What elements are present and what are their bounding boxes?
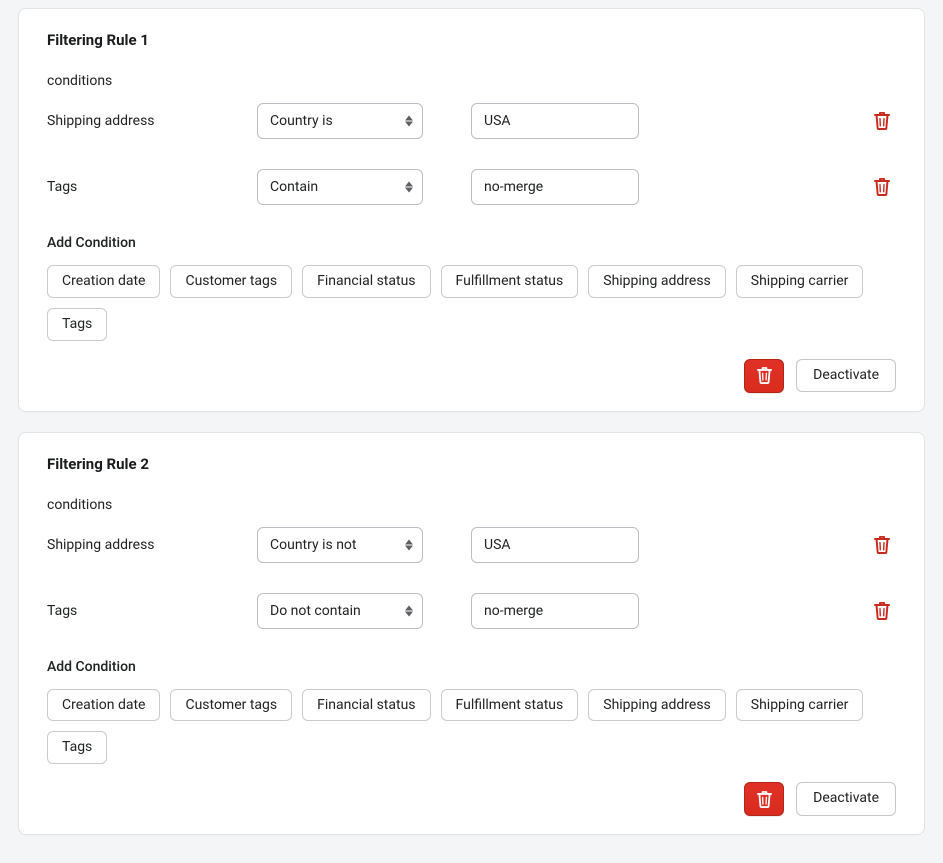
rule-title: Filtering Rule 2 — [47, 455, 896, 473]
condition-value-input[interactable] — [471, 169, 639, 205]
condition-chips-row: Creation date Customer tags Financial st… — [47, 265, 896, 341]
rule-actions: Deactivate — [47, 782, 896, 816]
add-condition-chip[interactable]: Customer tags — [170, 689, 292, 722]
condition-field-label: Tags — [47, 179, 257, 195]
conditions-heading: conditions — [47, 73, 896, 89]
operator-select-wrap: Do not contain — [257, 593, 423, 629]
add-condition-heading: Add Condition — [47, 235, 896, 251]
trash-icon — [874, 178, 890, 196]
operator-select-wrap: Contain — [257, 169, 423, 205]
operator-select[interactable]: Country is — [257, 103, 423, 139]
delete-condition-button[interactable] — [868, 596, 896, 626]
add-condition-chip[interactable]: Shipping address — [588, 689, 726, 722]
condition-value-input[interactable] — [471, 103, 639, 139]
condition-row: Tags Do not contain — [47, 593, 896, 629]
rule-title: Filtering Rule 1 — [47, 31, 896, 49]
trash-icon — [874, 602, 890, 620]
deactivate-button[interactable]: Deactivate — [796, 359, 896, 392]
add-condition-chip[interactable]: Shipping carrier — [736, 265, 864, 298]
operator-select[interactable]: Do not contain — [257, 593, 423, 629]
add-condition-chip[interactable]: Tags — [47, 308, 107, 341]
delete-rule-button[interactable] — [744, 782, 784, 816]
operator-select[interactable]: Country is not — [257, 527, 423, 563]
delete-condition-button[interactable] — [868, 106, 896, 136]
condition-value-input[interactable] — [471, 593, 639, 629]
condition-row: Shipping address Country is — [47, 103, 896, 139]
filtering-rule-card: Filtering Rule 2 conditions Shipping add… — [18, 432, 925, 836]
rule-actions: Deactivate — [47, 359, 896, 393]
add-condition-chip[interactable]: Shipping carrier — [736, 689, 864, 722]
add-condition-heading: Add Condition — [47, 659, 896, 675]
trash-icon — [874, 112, 890, 130]
conditions-heading: conditions — [47, 497, 896, 513]
add-condition-chip[interactable]: Financial status — [302, 265, 430, 298]
trash-icon — [757, 367, 772, 384]
condition-field-label: Shipping address — [47, 537, 257, 553]
deactivate-button[interactable]: Deactivate — [796, 782, 896, 815]
add-condition-chip[interactable]: Fulfillment status — [441, 265, 579, 298]
operator-select[interactable]: Contain — [257, 169, 423, 205]
add-condition-chip[interactable]: Fulfillment status — [441, 689, 579, 722]
trash-icon — [757, 791, 772, 808]
condition-value-input[interactable] — [471, 527, 639, 563]
operator-select-wrap: Country is — [257, 103, 423, 139]
add-condition-chip[interactable]: Creation date — [47, 689, 160, 722]
delete-condition-button[interactable] — [868, 530, 896, 560]
condition-field-label: Shipping address — [47, 113, 257, 129]
add-condition-chip[interactable]: Financial status — [302, 689, 430, 722]
operator-select-wrap: Country is not — [257, 527, 423, 563]
condition-field-label: Tags — [47, 603, 257, 619]
delete-condition-button[interactable] — [868, 172, 896, 202]
add-condition-chip[interactable]: Creation date — [47, 265, 160, 298]
delete-rule-button[interactable] — [744, 359, 784, 393]
add-condition-chip[interactable]: Customer tags — [170, 265, 292, 298]
condition-row: Shipping address Country is not — [47, 527, 896, 563]
add-condition-chip[interactable]: Shipping address — [588, 265, 726, 298]
condition-chips-row: Creation date Customer tags Financial st… — [47, 689, 896, 765]
condition-row: Tags Contain — [47, 169, 896, 205]
filtering-rule-card: Filtering Rule 1 conditions Shipping add… — [18, 8, 925, 412]
add-condition-chip[interactable]: Tags — [47, 731, 107, 764]
trash-icon — [874, 536, 890, 554]
